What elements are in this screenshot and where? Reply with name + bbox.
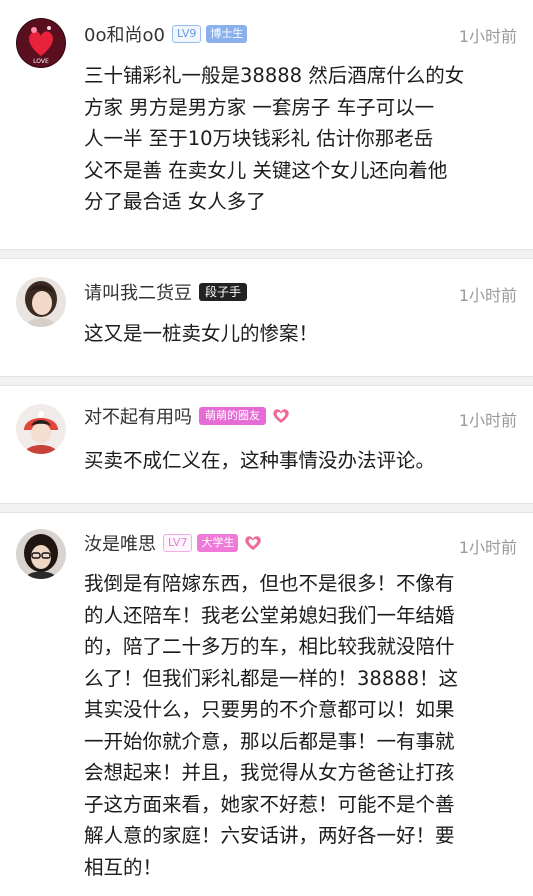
comment-line: 我倒是有陪嫁东西，但也不是很多！不像有 xyxy=(84,572,455,595)
comment-line: 其实没什么，只要男的不介意都可以！如果 xyxy=(84,698,455,721)
timestamp: 1小时前 xyxy=(458,27,517,46)
heart-icon xyxy=(273,409,289,423)
title-badge: 萌萌的圈友 xyxy=(199,407,266,425)
comment-line: 一开始你就介意，那以后都是事！一有事就 xyxy=(84,729,455,753)
comment-line: 这又是一桩卖女儿的惨案！ xyxy=(84,322,319,345)
comment-item: 请叫我二货豆 段子手 1小时前 这又是一桩卖女儿的惨案！ xyxy=(0,259,533,377)
comment-text: 这又是一桩卖女儿的惨案！ xyxy=(84,318,524,350)
title-badge: 大学生 xyxy=(197,534,239,552)
timestamp: 1小时前 xyxy=(458,286,517,305)
comment-text: 买卖不成仁义在，这种事情没办法评论。 xyxy=(84,445,524,477)
avatar[interactable] xyxy=(16,277,66,327)
comment-line: 人一半 至于10万块钱彩礼 估计你那老岳 xyxy=(84,127,434,150)
title-badge: 博士生 xyxy=(206,25,248,43)
username[interactable]: 请叫我二货豆 xyxy=(84,279,192,305)
username[interactable]: 对不起有用吗 xyxy=(84,403,192,429)
timestamp: 1小时前 xyxy=(458,411,517,430)
avatar-label: LOVE xyxy=(33,58,49,65)
user-meta: 汝是唯思 LV7 大学生 xyxy=(84,530,263,556)
avatar[interactable] xyxy=(16,404,66,454)
comment-item: LOVE 0o和尚o0 LV9 博士生 1小时前 三十铺彩礼一般是38888 然… xyxy=(0,0,533,250)
user-meta: 请叫我二货豆 段子手 xyxy=(84,279,252,305)
user-meta: 对不起有用吗 萌萌的圈友 xyxy=(84,403,291,429)
comment-line: 相互的！ xyxy=(84,855,163,879)
comment-line: 会想起来！并且，我觉得从女方爸爸让打孩 xyxy=(84,761,455,784)
user-meta: 0o和尚o0 LV9 博士生 xyxy=(84,21,252,47)
level-badge: LV7 xyxy=(163,534,193,552)
comment-line: 方家 男方是男方家 一套房子 车子可以一 xyxy=(84,95,435,119)
comment-text: 三十铺彩礼一般是38888 然后酒席什么的女 方家 男方是男方家 一套房子 车子… xyxy=(84,60,524,218)
comment-item: 汝是唯思 LV7 大学生 1小时前 我倒是有陪嫁东西，但也不是很多！不像有 的人… xyxy=(0,513,533,896)
comment-line: 父不是善 在卖女儿 关键这个女儿还向着他 xyxy=(84,158,448,182)
comment-line: 解人意的家庭！六安话讲，两好各一好！要 xyxy=(84,824,455,847)
comment-line: 买卖不成仁义在，这种事情没办法评论。 xyxy=(84,449,436,472)
comment-text: 我倒是有陪嫁东西，但也不是很多！不像有 的人还陪车！我老公堂弟媳妇我们一年结婚 … xyxy=(84,568,524,883)
username[interactable]: 0o和尚o0 xyxy=(84,21,165,47)
comment-line: 子这方面来看，她家不好惹！可能不是个善 xyxy=(84,792,455,816)
separator xyxy=(0,503,533,513)
separator xyxy=(0,249,533,259)
comment-feed: LOVE 0o和尚o0 LV9 博士生 1小时前 三十铺彩礼一般是38888 然… xyxy=(0,0,533,896)
comment-line: 的，陪了二十多万的车，相比较我就没陪什 xyxy=(84,635,455,658)
separator xyxy=(0,376,533,386)
comment-line: 么了！但我们彩礼都是一样的！38888！这 xyxy=(84,666,459,690)
username[interactable]: 汝是唯思 xyxy=(84,530,156,556)
timestamp: 1小时前 xyxy=(458,538,517,557)
avatar[interactable] xyxy=(16,529,66,579)
heart-icon xyxy=(245,536,262,550)
comment-line: 分了最合适 女人多了 xyxy=(84,190,266,213)
avatar[interactable]: LOVE xyxy=(16,18,66,68)
title-badge: 段子手 xyxy=(199,283,248,301)
comment-item: 对不起有用吗 萌萌的圈友 1小时前 买卖不成仁义在，这种事情没办法评论。 xyxy=(0,386,533,504)
level-badge: LV9 xyxy=(171,25,202,43)
comment-line: 的人还陪车！我老公堂弟媳妇我们一年结婚 xyxy=(84,603,455,627)
comment-line: 三十铺彩礼一般是38888 然后酒席什么的女 xyxy=(84,64,465,87)
